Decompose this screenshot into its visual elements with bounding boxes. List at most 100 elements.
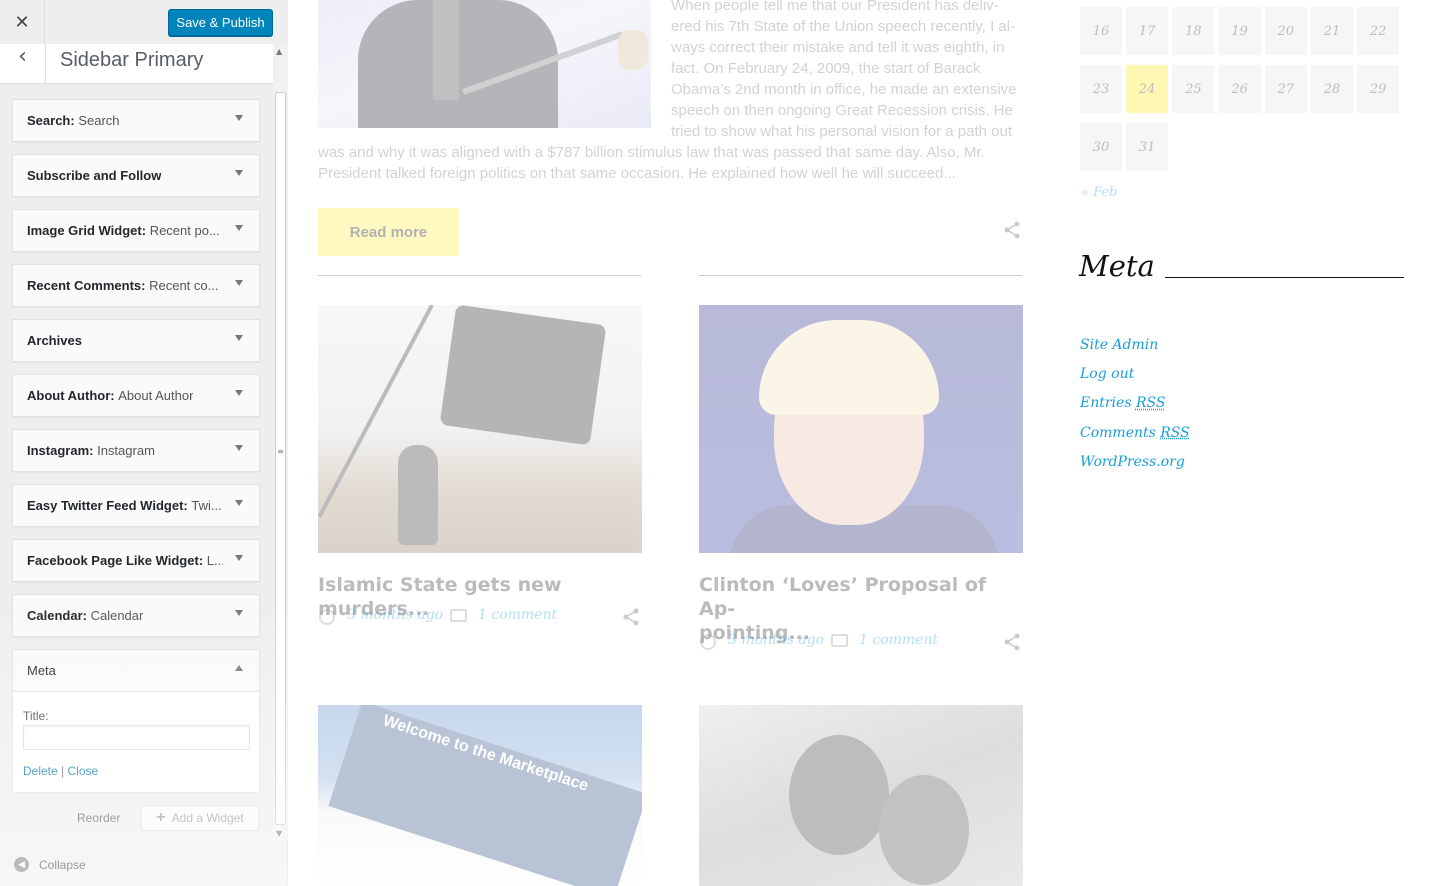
- widget-item[interactable]: Easy Twitter Feed Widget: Twi...: [12, 484, 260, 527]
- widget-instance-label: Calendar: [90, 608, 144, 623]
- chevron-down-icon: [235, 500, 243, 506]
- scroll-down-icon[interactable]: ▼: [276, 829, 282, 838]
- speaker-hand: [618, 30, 648, 70]
- add-widget-button[interactable]: + Add a Widget: [141, 805, 259, 831]
- delete-widget-link[interactable]: Delete: [23, 764, 58, 778]
- widget-title: Facebook Page Like Widget: L...: [27, 553, 223, 568]
- post-comments-link[interactable]: 1 comment: [478, 607, 557, 623]
- post-comments-link[interactable]: 1 comment: [859, 632, 938, 648]
- featured-image-speech[interactable]: [318, 0, 651, 128]
- chevron-down-icon: [235, 445, 243, 451]
- widget-title-separator: :: [141, 223, 150, 238]
- plus-icon: +: [156, 809, 166, 826]
- panel-scrollbar[interactable]: ▲ ≡ ▼: [273, 44, 288, 840]
- figure-hair: [759, 320, 939, 415]
- widget-instance-label: Recent po...: [149, 223, 220, 238]
- post-date[interactable]: 3 months ago: [347, 607, 443, 623]
- share-icon[interactable]: [622, 608, 640, 626]
- section-title-bar: ‹ Sidebar Primary: [0, 44, 273, 84]
- widget-title: Recent Comments: Recent co...: [27, 278, 218, 293]
- widget-type-label: Easy Twitter Feed Widget: [27, 498, 184, 513]
- calendar-day: 20: [1264, 7, 1307, 55]
- scroll-up-icon[interactable]: ▲: [276, 47, 282, 56]
- widget-meta-expanded: Meta Title: Delete | Close: [12, 649, 260, 793]
- widget-title: Image Grid Widget: Recent po...: [27, 223, 220, 238]
- save-publish-button[interactable]: Save & Publish: [168, 9, 273, 36]
- meta-link[interactable]: Comments RSS: [1080, 425, 1190, 441]
- widget-title: Archives: [27, 333, 82, 348]
- post-image-couple[interactable]: [699, 705, 1023, 886]
- post-image-flag[interactable]: [318, 305, 642, 553]
- excerpt-line: speech on then ongoing Great Recession c…: [671, 102, 1013, 119]
- chevron-down-icon: [235, 555, 243, 561]
- calendar-day: 29: [1357, 65, 1400, 113]
- widget-item[interactable]: About Author: About Author: [12, 374, 260, 417]
- widget-item[interactable]: Recent Comments: Recent co...: [12, 264, 260, 307]
- post-image-marketplace[interactable]: Welcome to the Marketplace: [318, 705, 642, 886]
- divider: [699, 275, 1022, 276]
- chevron-down-icon: [235, 390, 243, 396]
- calendar-day: 26: [1218, 65, 1261, 113]
- widget-item[interactable]: Archives: [12, 319, 260, 362]
- widget-item[interactable]: Subscribe and Follow: [12, 154, 260, 197]
- widget-instance-label: Search: [78, 113, 120, 128]
- meta-link[interactable]: Log out: [1080, 366, 1134, 382]
- widget-instance-label: Twi...: [191, 498, 222, 513]
- action-separator: |: [61, 764, 65, 778]
- chevron-down-icon: [235, 280, 243, 286]
- widget-item[interactable]: Calendar: Calendar: [12, 594, 260, 637]
- widget-instance-label: About Author: [118, 388, 194, 403]
- title-input[interactable]: [23, 725, 250, 750]
- calendar-day: 30: [1080, 123, 1122, 171]
- customizer-panel: ✕ Save & Publish ‹ Sidebar Primary ▲ ≡ ▼…: [0, 0, 288, 886]
- widget-title-separator: :: [82, 608, 91, 623]
- soldier-figure: [398, 445, 438, 545]
- meta-link[interactable]: Site Admin: [1080, 337, 1158, 353]
- widget-item[interactable]: Search: Search: [12, 99, 260, 142]
- calendar-prev-month-link[interactable]: « Feb: [1081, 185, 1117, 200]
- widget-type-label: Subscribe and Follow: [27, 168, 162, 183]
- close-customizer-button[interactable]: ✕: [0, 0, 45, 45]
- collapse-button[interactable]: ◀ Collapse: [0, 848, 288, 886]
- meta-link[interactable]: Entries RSS: [1080, 395, 1165, 411]
- share-icon[interactable]: [1003, 633, 1021, 651]
- meta-heading: Meta: [1079, 249, 1165, 283]
- excerpt-line: When people tell me that our President h…: [671, 0, 999, 14]
- calendar-day: 22: [1357, 7, 1400, 55]
- widget-title: Subscribe and Follow: [27, 168, 161, 183]
- scroll-thumb[interactable]: ≡: [275, 92, 286, 825]
- widget-title: Instagram: Instagram: [27, 443, 155, 458]
- chevron-down-icon: [235, 115, 243, 121]
- meta-link-abbr: RSS: [1160, 424, 1190, 441]
- chevron-down-icon: [235, 335, 243, 341]
- reorder-link[interactable]: Reorder: [77, 811, 120, 825]
- meta-link-text: Comments: [1080, 424, 1156, 441]
- share-icon[interactable]: [1003, 221, 1021, 239]
- widget-item[interactable]: Instagram: Instagram: [12, 429, 260, 472]
- figure-head: [879, 775, 969, 885]
- calendar-day: 18: [1172, 7, 1215, 55]
- calendar-day: 24: [1126, 65, 1169, 113]
- back-button[interactable]: ‹: [0, 44, 46, 84]
- calendar-day: 16: [1080, 7, 1122, 55]
- figure-head: [789, 735, 889, 855]
- post-image-clinton[interactable]: [699, 305, 1023, 553]
- post-date[interactable]: 3 months ago: [728, 632, 824, 648]
- widget-item[interactable]: Image Grid Widget: Recent po...: [12, 209, 260, 252]
- widget-type-label: Instagram: [27, 443, 90, 458]
- widget-type-label: Recent Comments: [27, 278, 142, 293]
- widget-item[interactable]: Facebook Page Like Widget: L...: [12, 539, 260, 582]
- add-widget-label: Add a Widget: [171, 811, 244, 825]
- speaker-tie: [433, 0, 459, 100]
- clock-icon: [700, 634, 716, 650]
- read-more-button[interactable]: Read more: [318, 208, 459, 256]
- chevron-left-icon: ‹: [18, 44, 27, 69]
- clock-icon: [319, 609, 335, 625]
- widget-meta-header[interactable]: Meta: [13, 650, 259, 692]
- widget-type-label: Search: [27, 113, 71, 128]
- divider: [318, 275, 641, 276]
- widget-instance-label: Recent co...: [149, 278, 219, 293]
- close-widget-link[interactable]: Close: [68, 764, 99, 778]
- widget-title: About Author: About Author: [27, 388, 193, 403]
- meta-link[interactable]: WordPress.org: [1080, 454, 1185, 470]
